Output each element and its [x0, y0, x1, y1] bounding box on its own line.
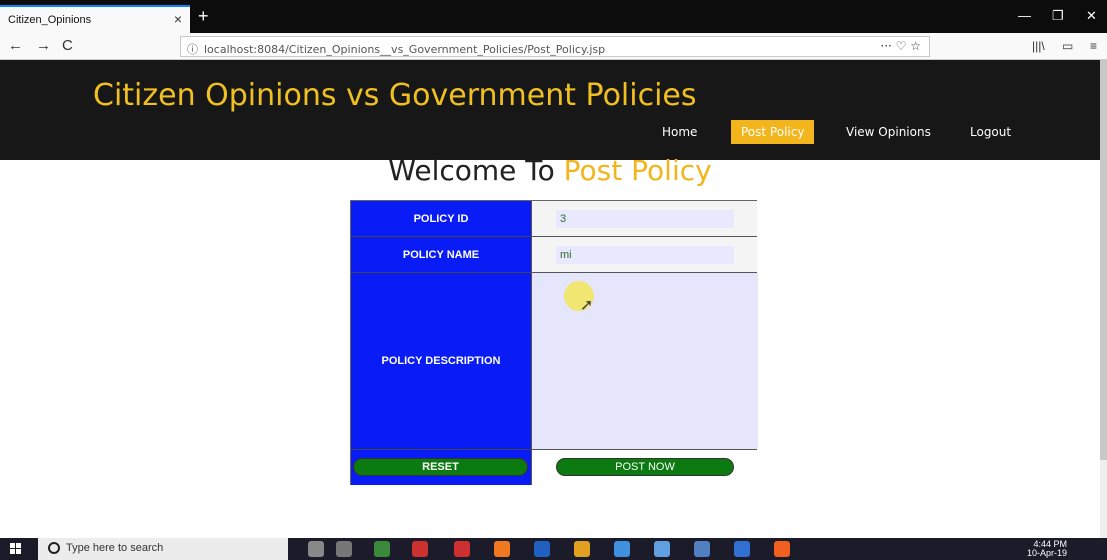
app-icon-2[interactable]: [412, 541, 428, 557]
windows-start-icon[interactable]: [10, 543, 22, 555]
submit-cell: POST NOW: [531, 450, 757, 485]
scrollbar-thumb[interactable]: [1100, 60, 1107, 460]
cortana-icon: [48, 542, 60, 554]
firefox-icon[interactable]: [494, 541, 510, 557]
url-text: localhost:8084/Citizen_Opinions__vs_Gove…: [204, 43, 606, 56]
app-icon-3[interactable]: [454, 541, 470, 557]
app-icon-1[interactable]: [374, 541, 390, 557]
reset-cell: RESET: [351, 450, 531, 485]
page-actions-icon[interactable]: ··· ♡ ☆: [880, 39, 921, 53]
policy-name-cell: mi: [531, 237, 757, 273]
welcome-accent: Post Policy: [563, 154, 712, 187]
site-title: Citizen Opinions vs Government Policies: [93, 78, 697, 113]
policy-description-label: POLICY DESCRIPTION: [351, 273, 531, 450]
app-icon-11[interactable]: [774, 541, 790, 557]
browser-tab-bar: Citizen_Opinions × + — ❐ ✕: [0, 0, 1107, 33]
policy-id-cell: 3: [531, 201, 757, 237]
policy-name-label: POLICY NAME: [351, 237, 531, 273]
browser-nav-bar: ← → C ⓘ localhost:8084/Citizen_Opinions__…: [0, 33, 1107, 60]
welcome-prefix: Welcome To: [388, 154, 564, 187]
app-icon-10[interactable]: [734, 541, 750, 557]
mouse-cursor-icon: ➚: [580, 297, 594, 314]
nav-home[interactable]: Home: [652, 120, 707, 144]
menu-icon[interactable]: ≡: [1090, 39, 1097, 53]
site-header: Citizen Opinions vs Government Policies …: [0, 60, 1100, 160]
system-tray[interactable]: 4:44 PM 10-Apr-19: [1027, 540, 1067, 558]
browser-tab[interactable]: Citizen_Opinions ×: [0, 5, 190, 33]
post-now-button[interactable]: POST NOW: [556, 458, 734, 476]
app-icon-9[interactable]: [694, 541, 710, 557]
search-placeholder: Type here to search: [66, 542, 164, 554]
app-icon-5[interactable]: [534, 541, 550, 557]
nav-post-policy[interactable]: Post Policy: [731, 120, 815, 144]
taskbar-search[interactable]: Type here to search: [38, 538, 288, 560]
sidebar-icon[interactable]: ▭: [1062, 39, 1073, 53]
reset-button[interactable]: RESET: [353, 458, 528, 476]
restore-icon[interactable]: ❐: [1052, 8, 1064, 24]
app-icon-7[interactable]: [614, 541, 630, 557]
info-icon[interactable]: ⓘ: [187, 43, 198, 56]
app-icon-8[interactable]: [654, 541, 670, 557]
task-view-icon[interactable]: [336, 541, 352, 557]
close-window-icon[interactable]: ✕: [1086, 8, 1097, 24]
nav-logout[interactable]: Logout: [960, 120, 1021, 144]
new-tab-icon[interactable]: +: [198, 6, 209, 27]
tray-date: 10-Apr-19: [1026, 548, 1067, 558]
policy-id-input[interactable]: 3: [556, 210, 734, 228]
page-heading: Welcome To Post Policy: [0, 154, 1100, 187]
back-button[interactable]: ←: [8, 37, 23, 54]
close-tab-icon[interactable]: ×: [174, 11, 182, 27]
post-policy-form: POLICY ID 3 POLICY NAME mi POLICY DESCRI…: [350, 200, 758, 485]
tab-title: Citizen_Opinions: [8, 14, 92, 26]
nav-view-opinions[interactable]: View Opinions: [836, 120, 941, 144]
library-icon[interactable]: |||\: [1032, 39, 1045, 53]
mic-icon[interactable]: [308, 541, 324, 557]
forward-button[interactable]: →: [36, 37, 51, 54]
url-bar[interactable]: ⓘ localhost:8084/Citizen_Opinions__vs_Gov…: [180, 36, 930, 57]
policy-name-input[interactable]: mi: [556, 246, 734, 264]
minimize-icon[interactable]: —: [1018, 8, 1031, 23]
policy-description-cell: ➚: [531, 273, 758, 450]
chrome-icon[interactable]: [574, 541, 590, 557]
policy-id-label: POLICY ID: [351, 201, 531, 237]
windows-taskbar: Type here to search 4:44 PM 10-Apr-19: [0, 538, 1107, 560]
reload-button[interactable]: C: [62, 37, 73, 54]
